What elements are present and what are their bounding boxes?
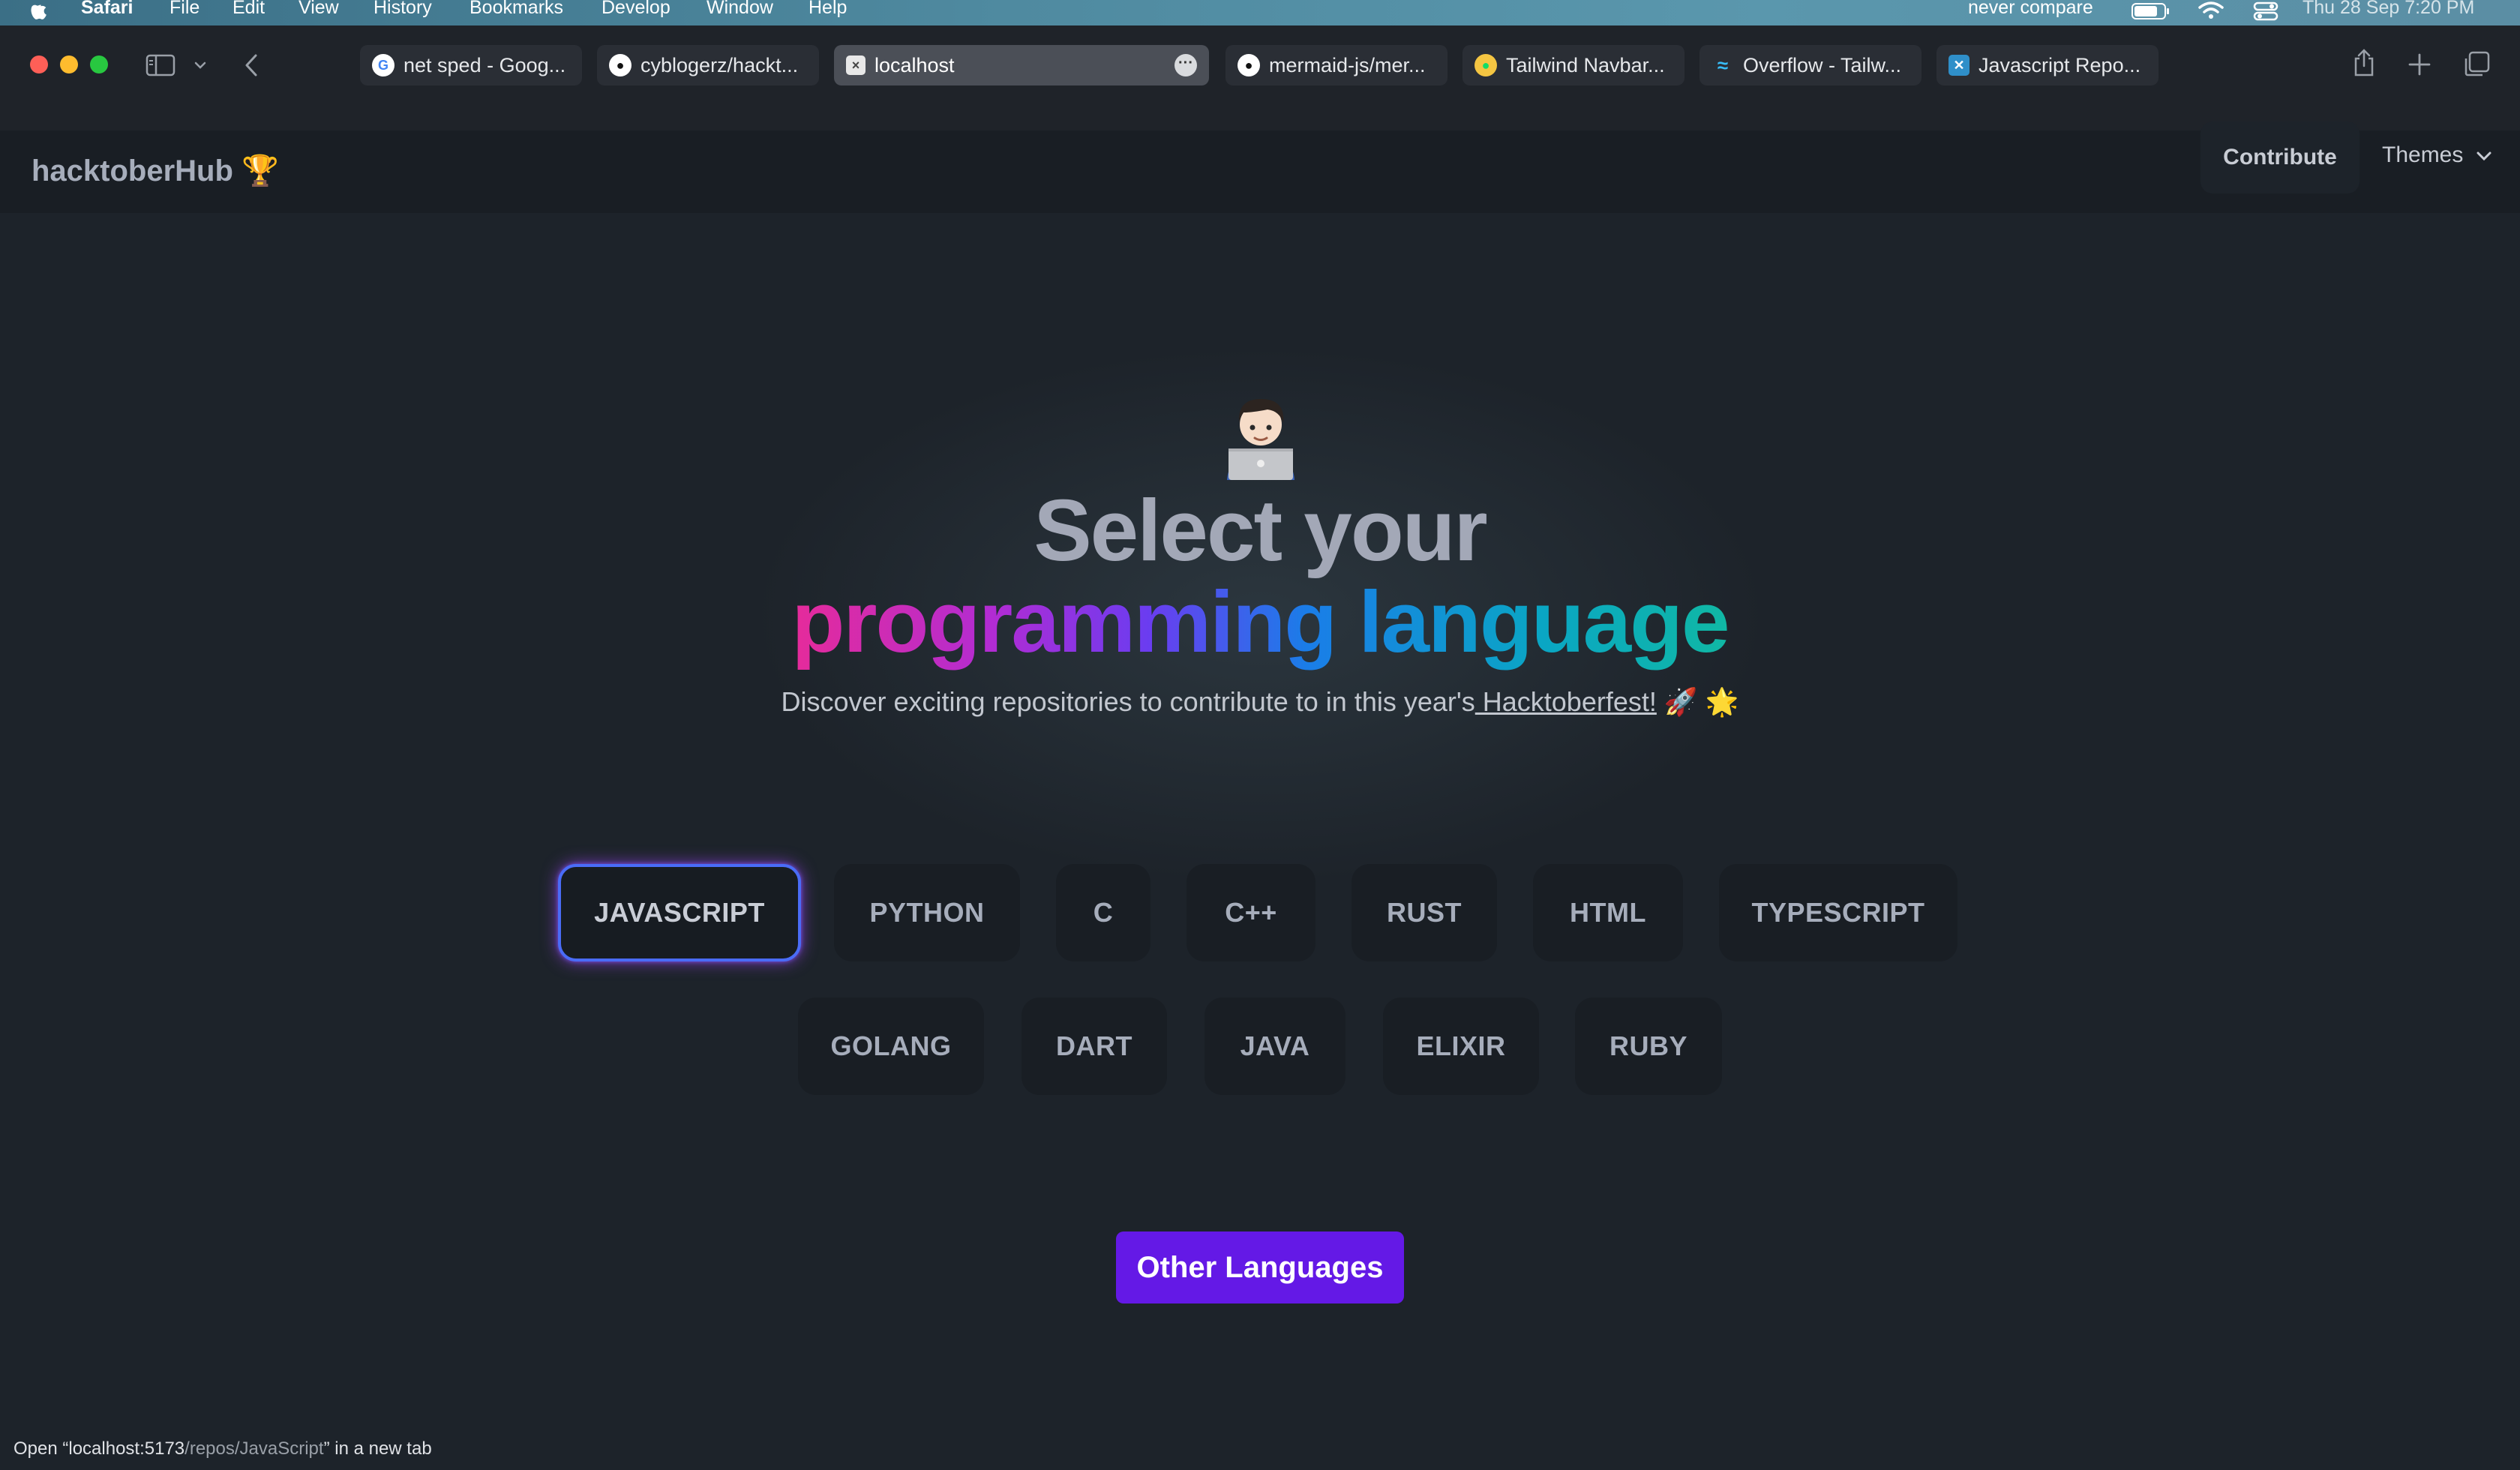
sidebar-toggle-icon[interactable] [146, 54, 176, 76]
browser-tab[interactable]: G net sped - Goog... [360, 45, 582, 86]
menu-edit[interactable]: Edit [232, 0, 265, 19]
menu-app-name[interactable]: Safari [81, 0, 133, 19]
other-languages-button[interactable]: Other Languages [1116, 1232, 1404, 1304]
close-window-button[interactable] [30, 56, 48, 74]
minimize-window-button[interactable] [60, 56, 78, 74]
tab-label: localhost [874, 53, 955, 76]
browser-tab-active[interactable]: × localhost ··· [834, 45, 1209, 86]
subtitle-emojis: 🚀 🌟 [1656, 686, 1739, 717]
hero-title-line1: Select your [1034, 482, 1487, 579]
hero-subtitle: Discover exciting repositories to contri… [0, 686, 2520, 718]
menubar-clock[interactable]: Thu 28 Sep 7:20 PM [2302, 0, 2474, 19]
language-button-cpp[interactable]: C++ [1186, 864, 1316, 962]
tab-label: Tailwind Navbar... [1506, 53, 1665, 76]
github-icon: ● [609, 54, 632, 76]
github-icon: ● [1238, 54, 1260, 76]
browser-toolbar: G net sped - Goog... ● cyblogerz/hackt..… [0, 26, 2520, 132]
language-button-javascript[interactable]: JAVASCRIPT [558, 864, 801, 962]
more-options-icon[interactable]: ··· [1174, 54, 1197, 76]
language-button-c[interactable]: C [1056, 864, 1150, 962]
status-path: /repos/JavaScript [184, 1438, 324, 1459]
language-button-dart[interactable]: DART [1022, 998, 1167, 1095]
hero-title-word2: language [1358, 573, 1729, 670]
language-button-rust[interactable]: RUST [1352, 864, 1497, 962]
apple-logo-icon[interactable] [30, 0, 51, 22]
menu-help[interactable]: Help [808, 0, 847, 19]
brand-logo[interactable]: hacktoberHub 🏆 [32, 153, 279, 188]
back-arrow-icon[interactable] [243, 52, 260, 78]
language-button-html[interactable]: HTML [1533, 864, 1683, 962]
status-prefix: Open “localhost:5173 [14, 1438, 185, 1459]
hero-title-word1: programming [791, 573, 1336, 670]
zoom-window-button[interactable] [90, 56, 108, 74]
language-button-typescript[interactable]: TYPESCRIPT [1719, 864, 1958, 962]
tab-label: mermaid-js/mer... [1269, 53, 1426, 76]
language-button-elixir[interactable]: ELIXIR [1383, 998, 1539, 1095]
google-icon: G [372, 54, 394, 76]
menubar-status-text[interactable]: never compare [1968, 0, 2093, 19]
chevron-down-icon[interactable] [194, 60, 207, 70]
hero-title-line2: programming language [0, 572, 2520, 672]
tab-label: Overflow - Tailw... [1743, 53, 1902, 76]
tab-label: cyblogerz/hackt... [640, 53, 799, 76]
hacktoberfest-link[interactable]: Hacktoberfest! [1475, 686, 1657, 717]
menu-develop[interactable]: Develop [602, 0, 670, 19]
chevron-down-icon [2476, 152, 2492, 161]
share-icon[interactable] [2352, 48, 2376, 78]
control-center-icon[interactable] [2253, 2, 2278, 21]
new-tab-plus-icon[interactable] [2408, 52, 2432, 76]
status-suffix: ” in a new tab [323, 1438, 432, 1459]
wifi-icon[interactable] [2198, 0, 2224, 21]
menu-history[interactable]: History [374, 0, 432, 19]
battery-icon[interactable] [2132, 2, 2170, 21]
tailwind-navbar-icon: ● [1474, 54, 1497, 76]
menu-bookmarks[interactable]: Bookmarks [470, 0, 563, 19]
themes-dropdown[interactable]: Themes [2382, 142, 2494, 168]
subtitle-text: Discover exciting repositories to contri… [781, 686, 1475, 717]
tab-label: net sped - Goog... [404, 53, 566, 76]
browser-tab[interactable]: ● cyblogerz/hackt... [597, 45, 819, 86]
menu-file[interactable]: File [170, 0, 200, 19]
language-button-python[interactable]: PYTHON [834, 864, 1020, 962]
language-button-ruby[interactable]: RUBY [1575, 998, 1722, 1095]
site-navbar: hacktoberHub 🏆 [0, 130, 2520, 213]
contribute-button[interactable]: Contribute [2200, 122, 2360, 194]
menu-window[interactable]: Window [706, 0, 773, 19]
repo-icon: ✕ [1948, 55, 1970, 76]
technologist-emoji-icon [1227, 399, 1294, 480]
link-status-bar: Open “localhost:5173/repos/JavaScript” i… [0, 1432, 538, 1466]
browser-tab[interactable]: ✕ Javascript Repo... [1936, 45, 2158, 86]
tailwind-icon: ≈ [1717, 53, 1729, 76]
localhost-icon: × [846, 56, 866, 75]
macos-menubar: Safari File Edit View History Bookmarks … [0, 0, 2520, 26]
browser-tab[interactable]: ● mermaid-js/mer... [1226, 45, 1448, 86]
tab-label: Javascript Repo... [1978, 53, 2141, 76]
language-button-golang[interactable]: GOLANG [798, 998, 984, 1095]
hero-title-gradient: programming language [791, 573, 1728, 670]
language-button-java[interactable]: JAVA [1204, 998, 1346, 1095]
browser-tab[interactable]: ● Tailwind Navbar... [1462, 45, 1684, 86]
themes-label: Themes [2382, 142, 2464, 167]
menu-view[interactable]: View [298, 0, 339, 19]
browser-tab[interactable]: ≈ Overflow - Tailw... [1700, 45, 1922, 86]
tab-overview-icon[interactable] [2463, 51, 2490, 78]
